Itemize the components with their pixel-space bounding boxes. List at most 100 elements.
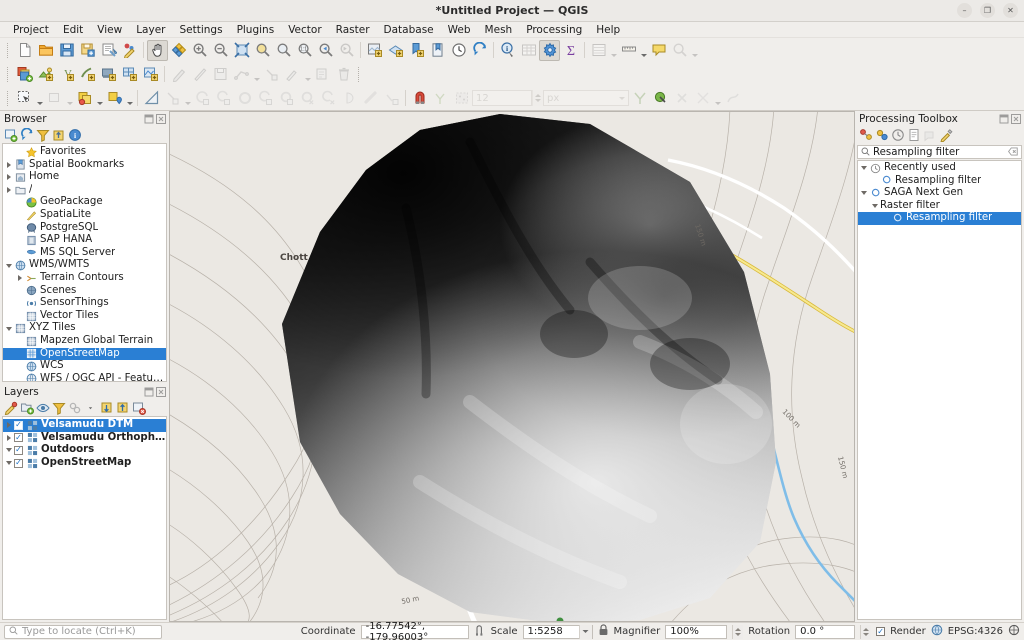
vertex-tool-icon[interactable] bbox=[261, 64, 282, 85]
chevron-down-icon[interactable] bbox=[858, 166, 869, 171]
expand-all-icon[interactable] bbox=[99, 400, 114, 415]
deselect-dropdown-icon[interactable] bbox=[65, 88, 74, 109]
browser-item-vector-tiles[interactable]: Vector Tiles bbox=[3, 310, 166, 323]
refresh-icon[interactable] bbox=[19, 127, 34, 142]
reverse-line-icon[interactable] bbox=[381, 88, 402, 109]
minimize-button[interactable]: – bbox=[957, 3, 972, 18]
show-bookmarks-icon[interactable] bbox=[427, 40, 448, 61]
rotation-input[interactable]: 0.0 ° bbox=[795, 624, 856, 639]
expression-filter-dropdown-icon[interactable] bbox=[83, 400, 98, 415]
toggle-editing-icon[interactable] bbox=[189, 64, 210, 85]
multi-edit-icon[interactable] bbox=[312, 64, 333, 85]
chevron-down-icon[interactable] bbox=[3, 326, 14, 331]
snapping-toggle-icon[interactable] bbox=[409, 88, 430, 109]
new-project-icon[interactable] bbox=[14, 40, 35, 61]
browser-item-sap-hana[interactable]: SAP HANA bbox=[3, 234, 166, 247]
chevron-down-icon[interactable] bbox=[3, 448, 14, 453]
trace-icon[interactable] bbox=[722, 88, 743, 109]
new-3d-map-view-icon[interactable] bbox=[385, 40, 406, 61]
measure-dropdown-icon[interactable] bbox=[639, 40, 648, 61]
browser-close-button[interactable] bbox=[156, 113, 166, 124]
menu-settings[interactable]: Settings bbox=[172, 22, 229, 38]
add-part-icon[interactable] bbox=[255, 88, 276, 109]
collapse-all-icon[interactable] bbox=[115, 400, 130, 415]
crs-icon[interactable] bbox=[931, 624, 943, 639]
layer-visibility-checkbox[interactable]: ✓ bbox=[14, 433, 23, 443]
save-layer-edits-icon[interactable] bbox=[210, 64, 231, 85]
zoom-full-icon[interactable] bbox=[231, 40, 252, 61]
statistical-summary-icon[interactable]: Σ bbox=[560, 40, 581, 61]
chevron-right-icon[interactable] bbox=[3, 422, 14, 429]
browser-item-wcs[interactable]: WCS bbox=[3, 360, 166, 373]
zoom-to-layer-icon[interactable] bbox=[273, 40, 294, 61]
layer-item-openstreetmap[interactable]: ✓ OpenStreetMap bbox=[3, 457, 166, 470]
chevron-right-icon[interactable] bbox=[3, 434, 14, 441]
collapse-all-icon[interactable] bbox=[51, 127, 66, 142]
snapping-tolerance-stepper[interactable] bbox=[532, 90, 543, 106]
expression-filter-icon[interactable] bbox=[67, 400, 82, 415]
select-by-value-icon[interactable] bbox=[74, 88, 95, 109]
snap-intersections-icon[interactable] bbox=[692, 88, 713, 109]
new-print-layout-icon[interactable] bbox=[98, 40, 119, 61]
magnifier-stepper[interactable] bbox=[732, 624, 744, 639]
coordinate-capture-icon[interactable] bbox=[474, 624, 486, 639]
manage-visibility-icon[interactable] bbox=[35, 400, 50, 415]
add-layer-icon[interactable] bbox=[3, 127, 18, 142]
zoom-to-selection-icon[interactable] bbox=[252, 40, 273, 61]
save-project-icon[interactable] bbox=[56, 40, 77, 61]
chevron-right-icon[interactable] bbox=[14, 275, 25, 282]
chevron-right-icon[interactable] bbox=[3, 161, 14, 168]
browser-item-openstreetmap[interactable]: OpenStreetMap bbox=[3, 347, 166, 361]
browser-item-geopackage[interactable]: GeoPackage bbox=[3, 196, 166, 209]
map-render[interactable]: 50 m 100 m 150 m 100 m 150 m Chott bbox=[170, 112, 855, 622]
chevron-right-icon[interactable] bbox=[3, 174, 14, 181]
new-map-bookmark-icon[interactable] bbox=[406, 40, 427, 61]
browser-item-spatialite[interactable]: SpatiaLite bbox=[3, 209, 166, 222]
measure-angle-icon[interactable] bbox=[141, 88, 162, 109]
add-feature-dropdown-icon[interactable] bbox=[252, 64, 261, 85]
search-dropdown-icon[interactable] bbox=[690, 40, 699, 61]
layer-item-velsamudu-orthophoto-plan[interactable]: ✓ Velsamudu Orthophoto Plan bbox=[3, 432, 166, 445]
save-project-as-icon[interactable] bbox=[77, 40, 98, 61]
coordinate-input[interactable]: -16.77542°, -179.96003° bbox=[360, 621, 469, 640]
options-icon[interactable] bbox=[938, 127, 953, 142]
delete-ring-icon[interactable] bbox=[297, 88, 318, 109]
history-icon[interactable] bbox=[890, 127, 905, 142]
open-styling-panel-icon[interactable] bbox=[3, 400, 18, 415]
add-mesh-layer-icon[interactable] bbox=[77, 64, 98, 85]
delete-part-icon[interactable] bbox=[318, 88, 339, 109]
browser-item-mapzen-global-terrain[interactable]: Mapzen Global Terrain bbox=[3, 335, 166, 348]
zoom-last-icon[interactable] bbox=[315, 40, 336, 61]
browser-item-postgresql[interactable]: PostgreSQL bbox=[3, 222, 166, 235]
add-vector-tile-layer-icon[interactable] bbox=[140, 64, 161, 85]
menu-project[interactable]: Project bbox=[6, 22, 56, 38]
menu-help[interactable]: Help bbox=[589, 22, 627, 38]
select-dropdown-icon[interactable] bbox=[35, 88, 44, 109]
processing-item-raster-filter[interactable]: Raster filter bbox=[858, 200, 1021, 213]
processing-close-button[interactable] bbox=[1011, 113, 1021, 124]
simplify-feature-icon[interactable] bbox=[213, 88, 234, 109]
refresh-icon[interactable] bbox=[469, 40, 490, 61]
locator-input[interactable]: Type to locate (Ctrl+K) bbox=[4, 624, 162, 639]
new-map-view-icon[interactable] bbox=[364, 40, 385, 61]
clear-search-icon[interactable] bbox=[1008, 146, 1018, 159]
open-attribute-table-icon[interactable] bbox=[518, 40, 539, 61]
zoom-in-icon[interactable] bbox=[189, 40, 210, 61]
delete-selected-icon[interactable] bbox=[333, 64, 354, 85]
zoom-out-icon[interactable] bbox=[210, 40, 231, 61]
chevron-down-icon[interactable] bbox=[869, 204, 880, 209]
chevron-down-icon[interactable] bbox=[858, 191, 869, 196]
layer-visibility-checkbox[interactable]: ✓ bbox=[14, 420, 23, 430]
menu-plugins[interactable]: Plugins bbox=[230, 22, 282, 38]
layers-tree-container[interactable]: ✓ Velsamudu DTM ✓ Velsamudu Orthophoto P… bbox=[2, 416, 167, 620]
menu-view[interactable]: View bbox=[90, 22, 129, 38]
data-source-manager-icon[interactable] bbox=[14, 64, 35, 85]
add-ring-icon[interactable] bbox=[234, 88, 255, 109]
add-delimited-text-layer-icon[interactable] bbox=[98, 64, 119, 85]
toolbar-grip[interactable] bbox=[357, 66, 362, 83]
attribute-table-dropdown-icon[interactable] bbox=[609, 40, 618, 61]
snap-intersections-dropdown-icon[interactable] bbox=[713, 88, 722, 109]
fill-ring-icon[interactable] bbox=[276, 88, 297, 109]
layers-float-button[interactable] bbox=[144, 387, 154, 397]
chevron-down-icon[interactable] bbox=[3, 263, 14, 268]
